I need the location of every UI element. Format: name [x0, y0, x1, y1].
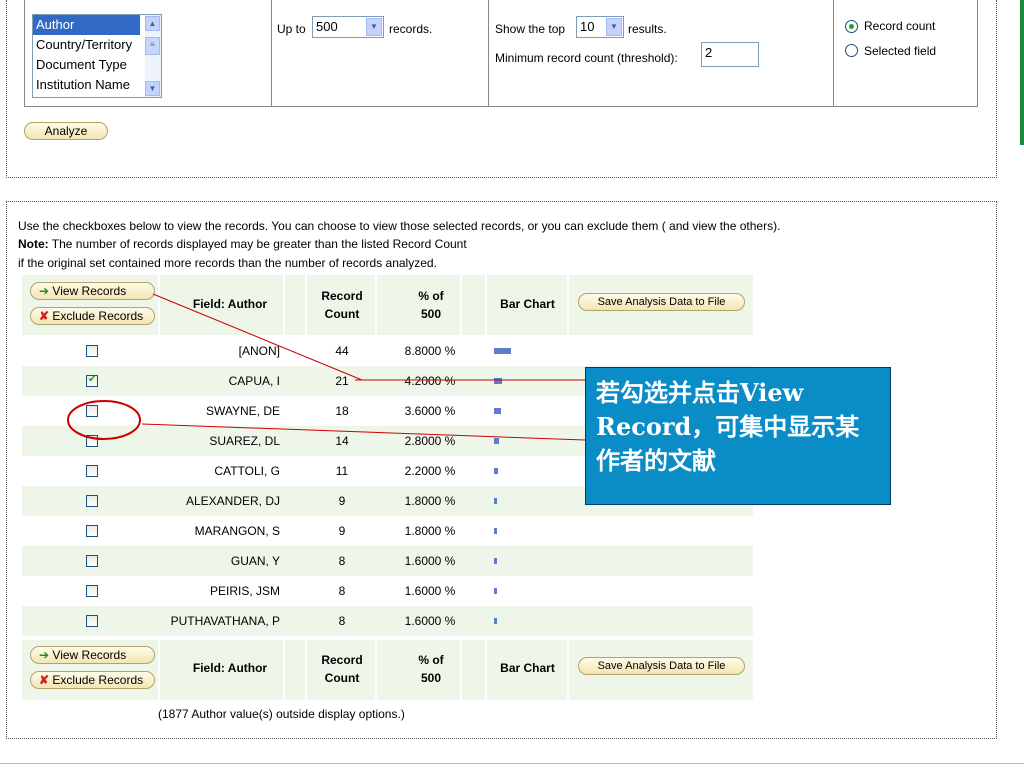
annotation-line [141, 423, 586, 441]
annotation-line [152, 293, 363, 381]
annotation-callout: 若勾选并点击View Record，可集中显示某作者的文献 [585, 367, 891, 505]
highlight-ellipse [67, 400, 141, 440]
page-bottom-rule [0, 763, 1024, 764]
